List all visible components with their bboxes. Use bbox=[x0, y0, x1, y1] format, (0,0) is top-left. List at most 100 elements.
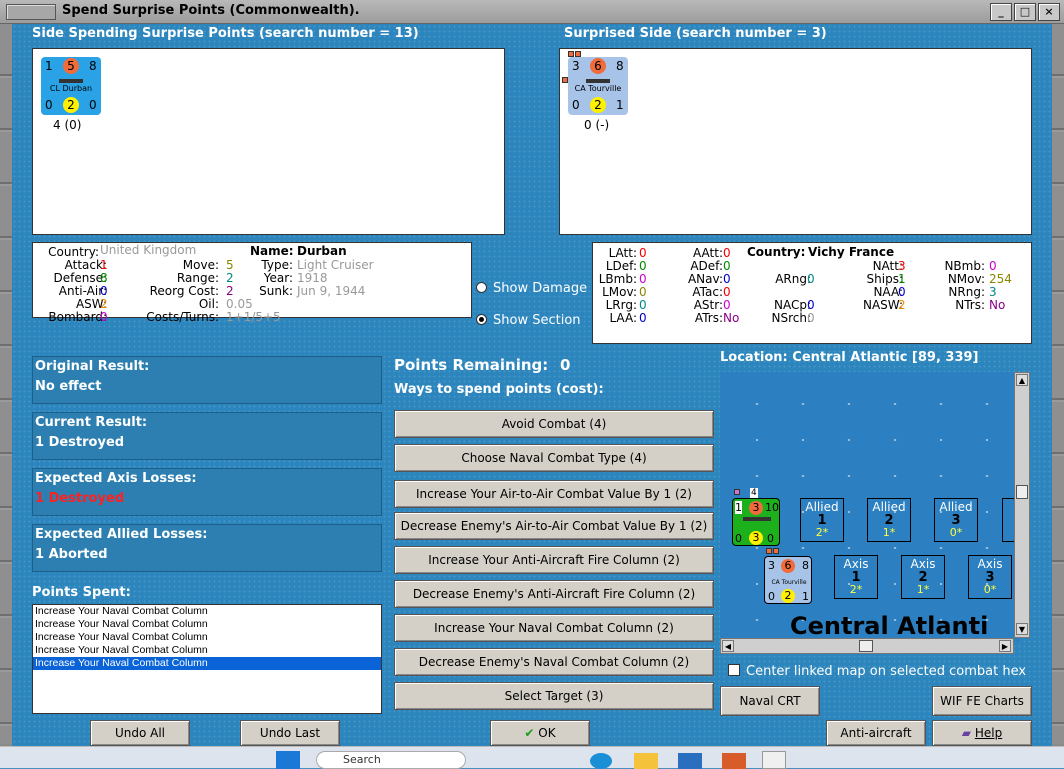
show-damage-radio[interactable]: Show Damage bbox=[476, 281, 587, 296]
counter-move: 8 bbox=[802, 559, 809, 572]
list-item[interactable]: Increase Your Naval Combat Column bbox=[33, 644, 381, 657]
naval-crt-button[interactable]: Naval CRT bbox=[720, 686, 820, 716]
box-title: Axis bbox=[843, 557, 869, 571]
game-app-icon[interactable] bbox=[762, 751, 786, 769]
radio-label: Show Damage bbox=[493, 281, 588, 296]
stat-label: LMov: bbox=[602, 285, 637, 299]
counter-attack: 3 bbox=[768, 559, 775, 572]
spending-side-header: Side Spending Surprise Points (search nu… bbox=[32, 26, 419, 41]
ship-icon bbox=[59, 79, 83, 83]
center-linked-checkbox[interactable]: Center linked map on selected combat hex bbox=[728, 664, 1026, 679]
stat-sunk: Jun 9, 1944 bbox=[297, 284, 366, 298]
anti-aircraft-crt-button[interactable]: Anti-aircraft CRT bbox=[826, 720, 926, 764]
box-value: 1* bbox=[882, 526, 896, 539]
scroll-up-icon[interactable]: ▲ bbox=[1016, 374, 1028, 386]
start-icon[interactable] bbox=[276, 751, 300, 769]
show-section-radio[interactable]: Show Section bbox=[476, 313, 581, 328]
increase-naval-combat-button[interactable]: Increase Your Naval Combat Column (2) bbox=[394, 614, 714, 642]
stat-attack: 1 bbox=[100, 258, 108, 272]
stat-label: LRrg: bbox=[605, 298, 637, 312]
allied-box-2[interactable]: Allied 2 1* bbox=[867, 498, 911, 542]
allied-box-1[interactable]: Allied 1 2* bbox=[800, 498, 844, 542]
current-result-label: Current Result: bbox=[35, 415, 148, 430]
wif-fe-charts-button[interactable]: WIF FE Charts bbox=[932, 686, 1032, 716]
scroll-thumb[interactable] bbox=[859, 640, 873, 652]
unit-counter-tourville[interactable]: 3 6 8 CA Tourville 0 2 1 bbox=[568, 57, 628, 115]
stat-label: NMov: bbox=[947, 272, 985, 286]
taskbar-search[interactable]: Search bbox=[316, 751, 466, 769]
folder-icon[interactable] bbox=[634, 753, 658, 769]
points-spent-list[interactable]: Increase Your Naval Combat Column Increa… bbox=[32, 604, 382, 714]
list-item[interactable]: Increase Your Naval Combat Column bbox=[33, 605, 381, 618]
stat-label: NRng: bbox=[948, 285, 985, 299]
stat-laa: 0 bbox=[639, 311, 647, 325]
counter-br: 0 bbox=[767, 532, 774, 545]
allied-losses-box: Expected Allied Losses: 1 Aborted bbox=[32, 524, 382, 572]
maximize-icon[interactable]: □ bbox=[1014, 3, 1036, 21]
current-result-value: 1 Destroyed bbox=[35, 435, 125, 450]
checkbox-icon bbox=[728, 664, 740, 676]
increase-aa-fire-button[interactable]: Increase Your Anti-Aircraft Fire Column … bbox=[394, 546, 714, 574]
search-label: Search bbox=[343, 753, 381, 766]
decrease-enemy-naval-combat-button[interactable]: Decrease Enemy's Naval Combat Column (2) bbox=[394, 648, 714, 676]
counter-attack: 3 bbox=[572, 59, 580, 73]
stat-label: ATrs: bbox=[694, 311, 723, 325]
list-item-selected[interactable]: Increase Your Naval Combat Column bbox=[33, 657, 381, 670]
edge-icon[interactable] bbox=[590, 753, 612, 769]
original-result-label: Original Result: bbox=[35, 359, 150, 374]
axis-box-1[interactable]: Axis 1 2* bbox=[834, 555, 878, 599]
counter-defense: 6 bbox=[781, 559, 795, 573]
stat-label: LDef: bbox=[605, 259, 637, 273]
list-item[interactable]: Increase Your Naval Combat Column bbox=[33, 618, 381, 631]
scroll-left-icon[interactable]: ◀ bbox=[722, 640, 734, 652]
close-icon[interactable]: × bbox=[1038, 3, 1060, 21]
stat-lbmb: 0 bbox=[639, 272, 647, 286]
scroll-down-icon[interactable]: ▼ bbox=[1016, 623, 1028, 635]
unit-counter-durban[interactable]: 1 5 8 CL Durban 0 2 0 bbox=[41, 57, 101, 115]
stat-latt: 0 bbox=[639, 246, 647, 260]
stat-nrng: 3 bbox=[989, 285, 997, 299]
counter-bl: 0 bbox=[768, 590, 775, 603]
map-green-counter[interactable]: 1 3 10 0 3 0 bbox=[732, 498, 780, 546]
axis-losses-label: Expected Axis Losses: bbox=[35, 471, 197, 486]
undo-last-button[interactable]: Undo Last bbox=[240, 720, 340, 746]
combat-map[interactable]: 4 1 3 10 0 3 0 3 6 8 CA Tourville 0 2 1 … bbox=[720, 372, 1020, 642]
stat-label: LAA: bbox=[609, 311, 637, 325]
choose-naval-combat-type-button[interactable]: Choose Naval Combat Type (4) bbox=[394, 444, 714, 472]
stat-label: ATac: bbox=[692, 285, 723, 299]
radio-label: Show Section bbox=[493, 313, 581, 328]
stat-label: Sunk: bbox=[259, 284, 293, 298]
map-tourville-counter[interactable]: 3 6 8 CA Tourville 0 2 1 bbox=[764, 556, 812, 604]
decrease-enemy-aa-fire-button[interactable]: Decrease Enemy's Anti-Aircraft Fire Colu… bbox=[394, 580, 714, 608]
app-icon[interactable] bbox=[722, 753, 746, 769]
stat-label: Reorg Cost: bbox=[149, 284, 219, 298]
undo-all-button[interactable]: Undo All bbox=[90, 720, 190, 746]
scroll-right-icon[interactable]: ▶ bbox=[999, 640, 1011, 652]
axis-box-2[interactable]: Axis 2 1* bbox=[901, 555, 945, 599]
stat-label: ARng: bbox=[775, 272, 811, 286]
help-button[interactable]: ▰ Help bbox=[932, 720, 1032, 746]
map-vertical-scrollbar[interactable]: ▲ ▼ bbox=[1014, 372, 1030, 638]
allied-box-3[interactable]: Allied 3 0* bbox=[934, 498, 978, 542]
window-menu-icon[interactable] bbox=[6, 4, 56, 20]
ok-button[interactable]: ✔ OK bbox=[490, 720, 590, 746]
scroll-thumb[interactable] bbox=[1016, 485, 1028, 499]
avoid-combat-button[interactable]: Avoid Combat (4) bbox=[394, 410, 714, 438]
stack-count: 4 bbox=[750, 488, 758, 498]
select-target-button[interactable]: Select Target (3) bbox=[394, 682, 714, 710]
list-item[interactable]: Increase Your Naval Combat Column bbox=[33, 631, 381, 644]
map-horizontal-scrollbar[interactable]: ◀ ▶ bbox=[720, 638, 1014, 654]
marker-icon bbox=[766, 548, 772, 554]
axis-losses-box: Expected Axis Losses: 1 Destroyed bbox=[32, 468, 382, 516]
enemy-stats-panel: LAtt: 0 LDef: 0 LBmb: 0 LMov: 0 LRrg: 0 LAA: 0… bbox=[592, 242, 1032, 344]
box-title: Allied bbox=[872, 500, 906, 514]
increase-air-to-air-button[interactable]: Increase Your Air-to-Air Combat Value By… bbox=[394, 480, 714, 508]
radio-selected-icon bbox=[476, 314, 487, 325]
stat-atrs: No bbox=[723, 311, 740, 325]
axis-box-3[interactable]: Axis 3 0* bbox=[968, 555, 1012, 599]
minimize-icon[interactable]: _ bbox=[990, 3, 1012, 21]
box-value: 0* bbox=[983, 583, 997, 596]
stat-label: ANav: bbox=[687, 272, 723, 286]
store-icon[interactable] bbox=[678, 753, 702, 769]
decrease-enemy-air-to-air-button[interactable]: Decrease Enemy's Air-to-Air Combat Value… bbox=[394, 512, 714, 540]
